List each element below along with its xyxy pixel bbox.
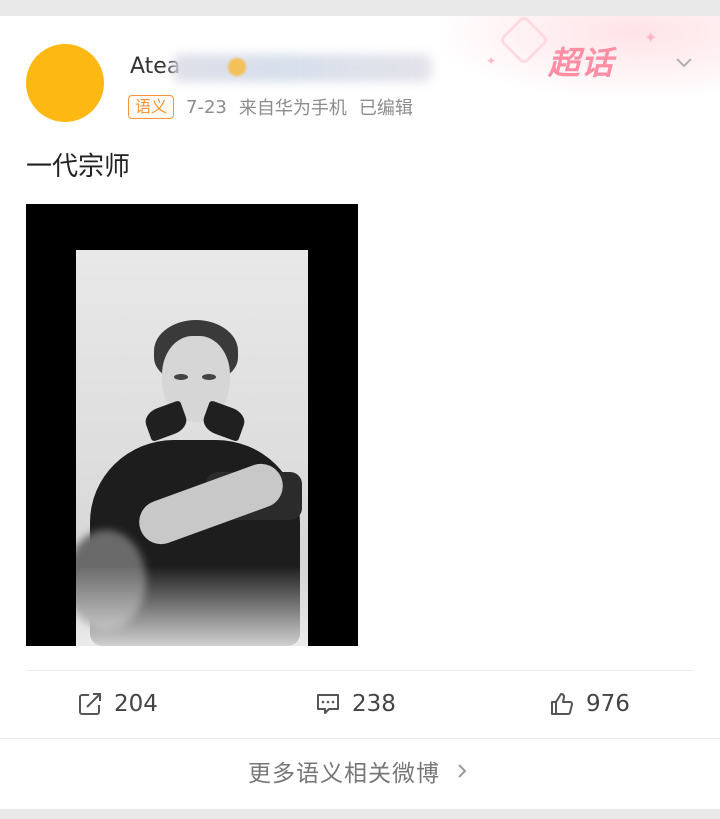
edited-label[interactable]: 已编辑 [359, 94, 413, 120]
fog-overlay [76, 566, 308, 646]
like-button[interactable]: 976 [548, 684, 630, 724]
weibo-post-card: ✦ ✦ 超话 Atea 语义 7-23 来自华为手机 已编辑 一代宗师 204 … [0, 16, 720, 809]
more-related-posts-link[interactable]: 更多语义相关微博 [0, 738, 720, 802]
topic-tag[interactable]: 语义 [128, 95, 175, 119]
post-text: 一代宗师 [26, 152, 131, 182]
vip-badge-icon [228, 58, 246, 76]
comment-icon [317, 694, 339, 714]
like-count: 976 [586, 691, 630, 717]
avatar[interactable] [26, 44, 104, 122]
sparkle-icon: ✦ [486, 54, 497, 68]
divider [26, 670, 694, 671]
chevron-right-icon [458, 763, 467, 778]
post-video-thumbnail[interactable]: 20 [26, 204, 358, 646]
supertopic-label[interactable]: 超话 [548, 38, 614, 84]
comment-button[interactable]: 238 [314, 684, 396, 724]
repost-button[interactable]: 204 [76, 684, 158, 724]
repost-count: 204 [114, 691, 158, 717]
sparkle-icon: ✦ [644, 28, 658, 47]
username-redacted [172, 54, 432, 82]
action-bar: 204 238 976 [0, 684, 720, 724]
repost-icon [79, 693, 101, 715]
collar-right [200, 400, 248, 442]
comment-count: 238 [352, 691, 396, 717]
post-meta: 语义 7-23 来自华为手机 已编辑 [128, 94, 425, 120]
more-related-label: 更多语义相关微博 [248, 760, 440, 787]
chevron-down-icon[interactable] [672, 50, 696, 74]
eye-shape [202, 374, 216, 380]
post-source: 来自华为手机 [238, 98, 347, 119]
thumbs-up-icon [551, 693, 574, 715]
eye-shape [174, 374, 188, 380]
post-date: 7-23 [186, 96, 227, 118]
portrait-photo: 20 [76, 250, 308, 646]
